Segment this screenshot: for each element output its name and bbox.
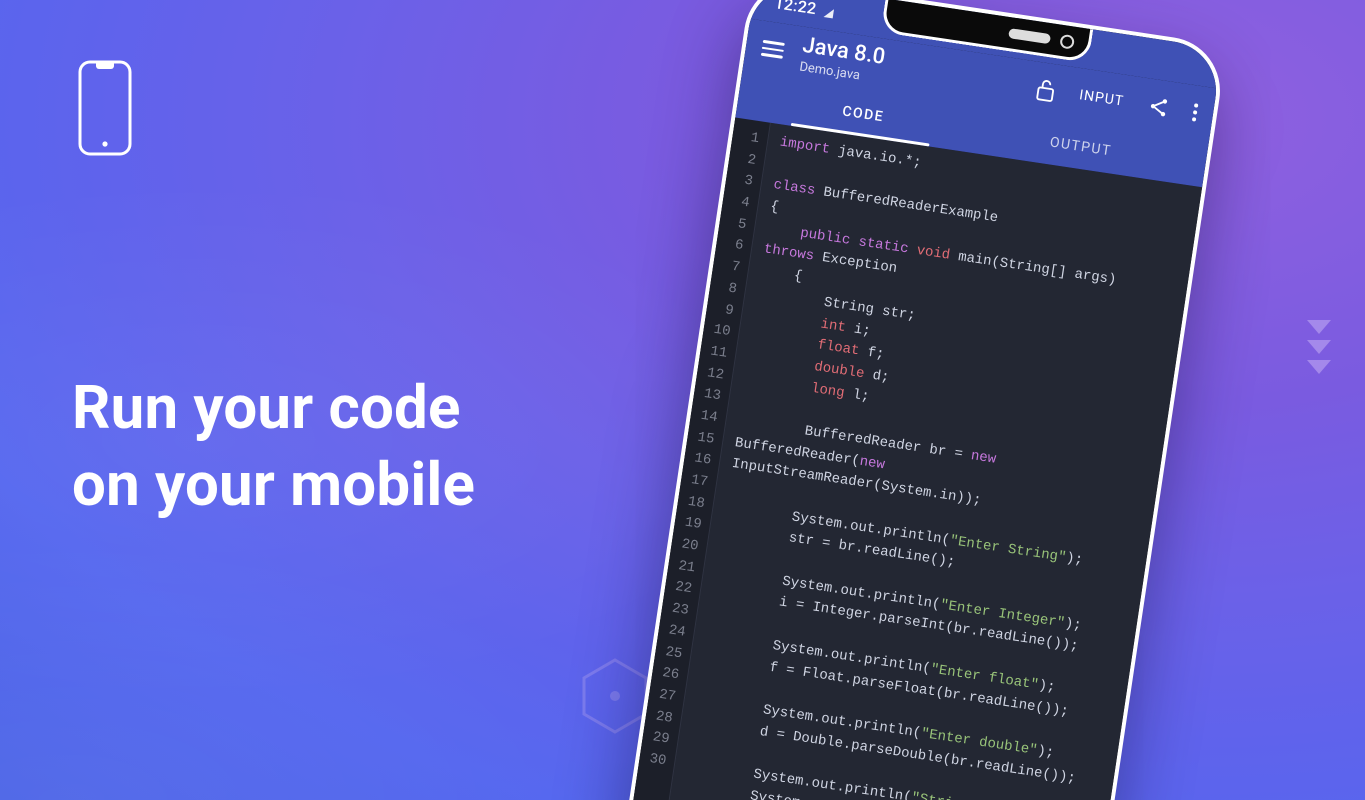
share-icon[interactable] [1146, 94, 1171, 119]
front-camera-icon [1059, 33, 1075, 49]
headline-line-2: on your mobile [72, 447, 475, 524]
menu-icon[interactable] [761, 40, 785, 59]
status-time: 12:22 ◢ [773, 0, 835, 20]
input-button[interactable]: INPUT [1078, 87, 1125, 109]
phone-outline-icon [78, 60, 132, 160]
status-indicator-icon: ◢ [823, 4, 834, 19]
promo-banner: Run your code on your mobile 12:22 ◢ [0, 0, 1365, 800]
headline: Run your code on your mobile [72, 370, 475, 524]
earpiece-icon [1008, 28, 1051, 44]
phone-mockup: 12:22 ◢ Java 8.0 Demo.ja [609, 0, 1227, 800]
code-editor[interactable]: 1234567891011121314151617181920212223242… [609, 118, 1202, 800]
more-vert-icon[interactable] [1192, 103, 1199, 121]
headline-line-1: Run your code [72, 370, 475, 447]
chevrons-down-icon [1307, 320, 1331, 374]
clock-text: 12:22 [773, 0, 817, 18]
lock-open-icon[interactable] [1034, 77, 1057, 104]
